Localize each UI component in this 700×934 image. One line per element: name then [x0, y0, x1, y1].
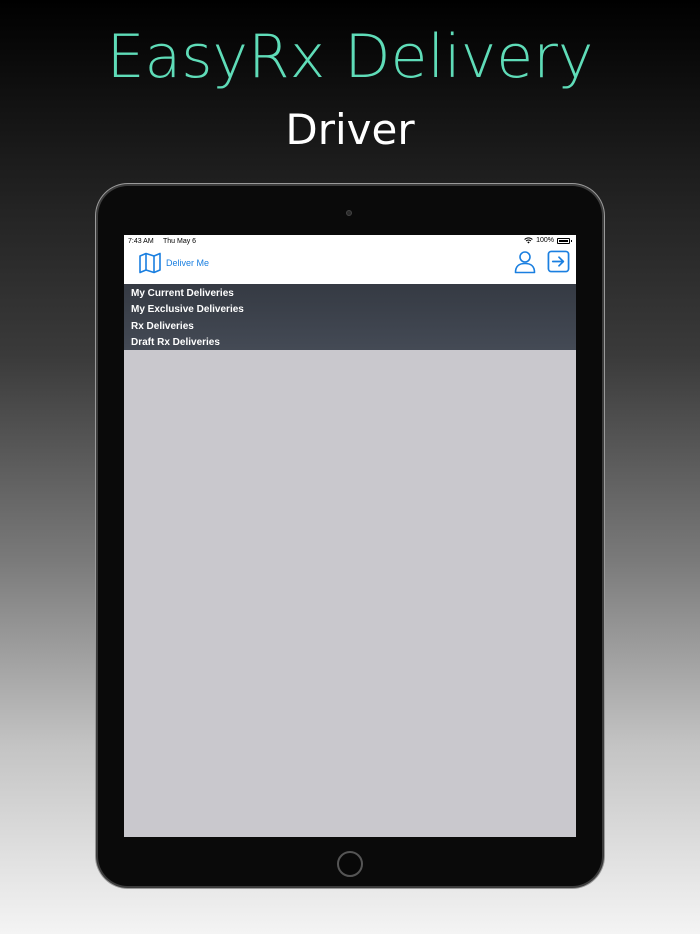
status-indicators: 100% [524, 237, 572, 244]
hero-subtitle: Driver [285, 105, 415, 154]
wifi-icon [524, 237, 533, 244]
deliver-me-button[interactable]: Deliver Me [138, 251, 209, 275]
camera [346, 210, 352, 216]
menu-item-rx-deliveries[interactable]: Rx Deliveries [124, 319, 576, 335]
deliver-me-label: Deliver Me [166, 258, 210, 268]
menu-item-my-current-deliveries[interactable]: My Current Deliveries [124, 286, 576, 302]
deliveries-menu: My Current Deliveries My Exclusive Deliv… [124, 284, 576, 350]
nav-bar: Deliver Me [124, 248, 576, 284]
user-icon[interactable] [514, 250, 536, 274]
battery-icon [557, 237, 572, 244]
logout-icon[interactable] [547, 250, 570, 273]
menu-item-my-exclusive-deliveries[interactable]: My Exclusive Deliveries [124, 302, 576, 318]
battery-percent: 100% [536, 237, 554, 244]
status-time: 7:43 AM [128, 238, 154, 245]
home-button[interactable] [337, 851, 363, 877]
app-screen: 7:43 AM Thu May 6 100% Deliver Me My Cur… [124, 235, 576, 837]
status-bar: 7:43 AM Thu May 6 100% [124, 235, 576, 248]
map-icon [139, 252, 161, 274]
hero-title: EasyRx Delivery [106, 22, 594, 92]
menu-item-draft-rx-deliveries[interactable]: Draft Rx Deliveries [124, 335, 576, 351]
status-date: Thu May 6 [163, 238, 197, 245]
